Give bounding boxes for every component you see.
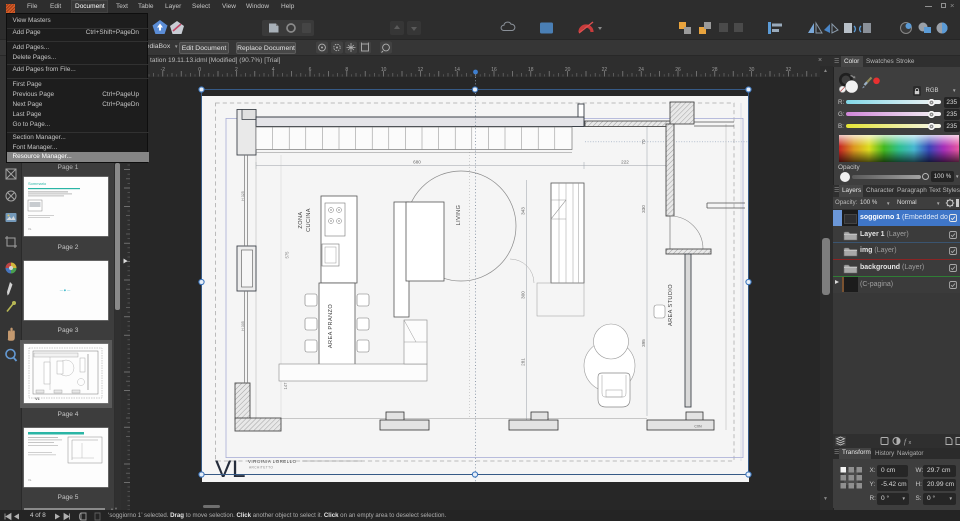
svg-text:22: 22	[602, 67, 608, 73]
svg-text:0: 0	[198, 67, 201, 73]
svg-text:-2: -2	[161, 67, 166, 73]
svg-text:Sommario: Sommario	[28, 181, 47, 186]
svg-text:— ◆ —: — ◆ —	[60, 288, 71, 292]
svg-text:2: 2	[235, 67, 238, 73]
svg-text:32: 32	[786, 67, 792, 73]
svg-text:6: 6	[309, 67, 312, 73]
svg-text:24: 24	[638, 67, 644, 73]
svg-text:f: f	[904, 437, 907, 446]
svg-text:18: 18	[528, 67, 534, 73]
svg-text:VL: VL	[28, 478, 32, 482]
svg-text:16: 16	[491, 67, 497, 73]
svg-text:10: 10	[381, 67, 387, 73]
svg-text:8: 8	[345, 67, 348, 73]
svg-text:x: x	[909, 440, 912, 446]
svg-text:4: 4	[272, 67, 275, 73]
svg-text:VL: VL	[35, 396, 41, 401]
svg-text:20: 20	[565, 67, 571, 73]
svg-text:14: 14	[454, 67, 460, 73]
svg-text:12: 12	[418, 67, 424, 73]
svg-text:26: 26	[675, 67, 681, 73]
svg-text:30: 30	[749, 67, 755, 73]
svg-text:VL: VL	[28, 227, 32, 231]
svg-text:28: 28	[712, 67, 718, 73]
